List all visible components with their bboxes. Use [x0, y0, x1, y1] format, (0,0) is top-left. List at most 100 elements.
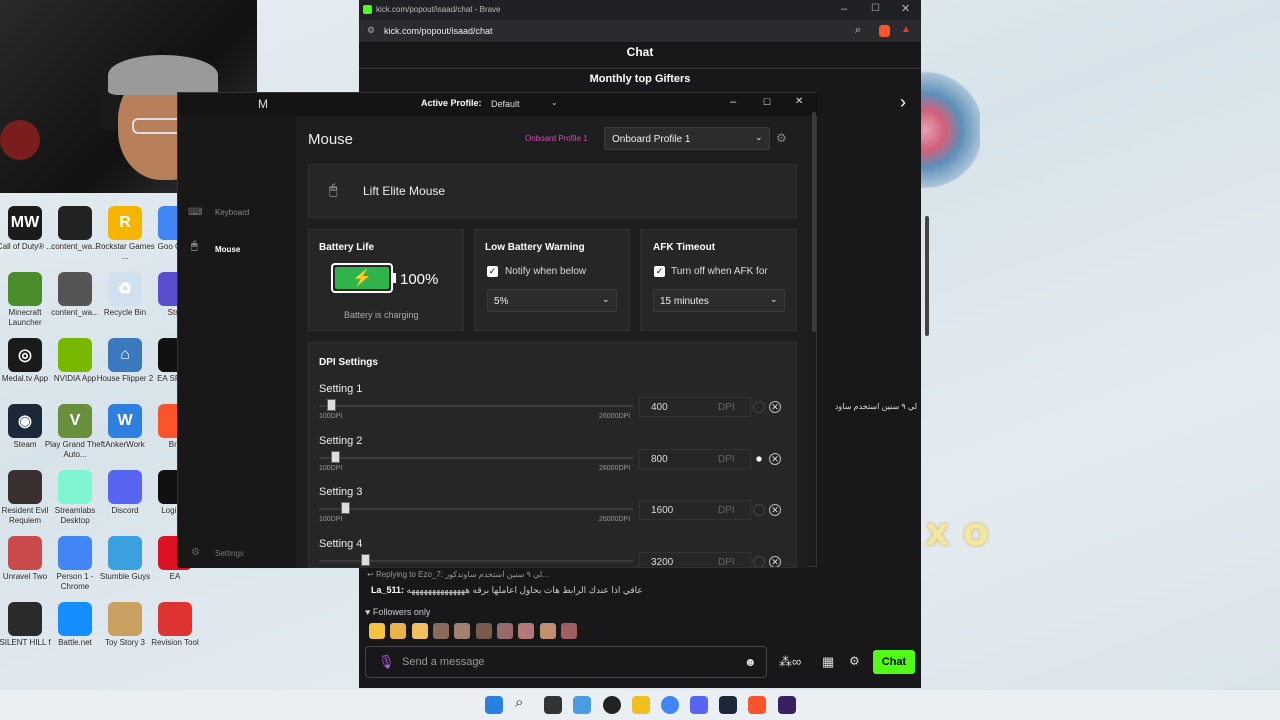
afk-select[interactable]: 15 minutes ⌄	[653, 289, 785, 312]
onboard-profile-select[interactable]: Onboard Profile 1 ⌄	[604, 127, 770, 150]
settings-icon[interactable]: ⚙	[191, 547, 200, 558]
chevron-down-icon[interactable]: ⌄	[551, 98, 558, 107]
keyboard-icon[interactable]: ⌨	[188, 207, 202, 218]
sidebar-item-settings[interactable]: Settings	[215, 549, 244, 558]
app-icon[interactable]	[778, 696, 796, 714]
chevron-right-icon[interactable]: ›	[900, 92, 906, 113]
top-gifters-title: Monthly top Gifters	[589, 73, 691, 85]
notify-checkbox[interactable]: ✓	[487, 266, 498, 277]
chat-username[interactable]: La_511:	[371, 585, 404, 595]
desktop-app-icon	[108, 536, 142, 570]
reply-text: Replying to Ezo_7: لي ٩ سنين استخدم ساون…	[375, 570, 549, 579]
discord-icon[interactable]	[690, 696, 708, 714]
chrome-icon[interactable]	[661, 696, 679, 714]
dpi-default-radio[interactable]	[756, 455, 762, 462]
site-settings-icon[interactable]: ⚙	[367, 25, 375, 36]
gear-icon[interactable]: ⚙	[849, 654, 860, 668]
low-battery-select[interactable]: 5% ⌄	[487, 289, 617, 312]
emote[interactable]	[475, 623, 492, 639]
emote[interactable]	[369, 623, 385, 639]
dpi-title: DPI Settings	[319, 357, 378, 368]
dpi-value[interactable]: 3200	[651, 557, 673, 568]
dpi-slider[interactable]	[319, 405, 633, 407]
desktop-app-icon	[58, 602, 92, 636]
desktop-app-icon	[58, 272, 92, 306]
dpi-slider[interactable]	[319, 508, 633, 510]
desktop-app-icon	[8, 470, 42, 504]
ghub-scrollbar[interactable]	[812, 112, 816, 332]
brave-icon[interactable]	[748, 696, 766, 714]
dpi-remove-icon[interactable]: ✕	[769, 504, 781, 516]
dpi-default-radio[interactable]	[753, 401, 765, 413]
emote[interactable]	[518, 623, 535, 639]
dpi-slider-thumb[interactable]	[331, 450, 341, 463]
afk-checkbox[interactable]: ✓	[654, 266, 665, 277]
wallpaper-xo-decoration: x o	[925, 510, 989, 554]
dpi-default-radio[interactable]	[753, 504, 765, 516]
obs-icon[interactable]	[603, 696, 621, 714]
dpi-value-field[interactable]: 400 DPI	[639, 397, 751, 417]
emote[interactable]	[561, 623, 578, 639]
dpi-default-radio[interactable]	[753, 555, 765, 567]
dpi-setting-label: Setting 3	[319, 486, 363, 498]
dpi-remove-icon[interactable]: ✕	[769, 401, 781, 413]
emote[interactable]	[497, 623, 514, 639]
steam-icon[interactable]	[719, 696, 737, 714]
dpi-slider-thumb[interactable]	[341, 502, 351, 514]
dpi-value[interactable]: 400	[651, 402, 668, 413]
emote[interactable]	[390, 623, 407, 639]
dpi-value-field[interactable]: 3200 DPI	[639, 551, 751, 568]
chat-send-button[interactable]: Chat	[873, 650, 915, 674]
sidebar-item-mouse[interactable]: Mouse	[215, 245, 240, 254]
store-icon[interactable]: ▦	[822, 654, 834, 670]
dpi-slider-thumb[interactable]	[360, 553, 370, 566]
emote[interactable]	[411, 623, 428, 639]
active-profile-value[interactable]: Default	[491, 99, 520, 109]
chevron-down-icon: ⌄	[602, 294, 610, 304]
dpi-remove-icon[interactable]: ✕	[769, 452, 781, 465]
dpi-value-field[interactable]: 1600 DPI	[639, 500, 751, 520]
dpi-value[interactable]: 800	[651, 454, 668, 465]
maximize-icon[interactable]: ☐	[871, 3, 880, 14]
mouse-icon[interactable]: 🖱	[191, 240, 198, 253]
dpi-setting-label: Setting 4	[319, 537, 363, 550]
brave-shields-icon[interactable]	[879, 25, 890, 37]
widgets-icon[interactable]	[573, 696, 591, 714]
dpi-value-field[interactable]: 800 DPI	[639, 448, 751, 469]
file-explorer-icon[interactable]	[632, 696, 650, 714]
microphone-icon[interactable]: 🎙	[378, 654, 395, 670]
address-bar[interactable]: ⚙ kick.com/popout/isaad/chat ⌕ ▲	[359, 20, 921, 42]
dpi-remove-icon[interactable]: ✕	[769, 555, 781, 567]
emote[interactable]	[454, 623, 471, 639]
emote[interactable]	[433, 623, 450, 639]
users-icon[interactable]: ⁂∞	[779, 654, 801, 670]
gear-icon[interactable]: ⚙	[776, 131, 787, 145]
dpi-slider-thumb[interactable]	[326, 399, 336, 411]
dpi-value[interactable]: 1600	[651, 505, 673, 516]
maximize-icon[interactable]: ☐	[763, 97, 771, 108]
start-icon[interactable]	[485, 696, 503, 714]
taskbar: ⌕	[0, 690, 1280, 720]
emote[interactable]	[539, 623, 556, 639]
brave-rewards-icon[interactable]: ▲	[901, 24, 911, 35]
desktop-icon[interactable]: Revision Tool	[144, 600, 206, 666]
emoji-icon[interactable]: ☻	[744, 655, 757, 669]
desktop-app-icon: ⌂	[108, 338, 142, 372]
dpi-slider[interactable]	[319, 456, 633, 459]
chat-message-partial: لي ٩ سنين استخدم ساود	[834, 402, 917, 411]
close-icon[interactable]: ✕	[795, 96, 803, 107]
chat-message-text: عافي اذا عندك الرابط هات بحاول اعاملها ب…	[406, 585, 643, 595]
sidebar-item-keyboard[interactable]: Keyboard	[215, 208, 249, 217]
minimize-icon[interactable]: –	[841, 3, 847, 15]
task-view-icon[interactable]	[544, 696, 562, 714]
url-text[interactable]: kick.com/popout/isaad/chat	[384, 26, 493, 36]
chat-input[interactable]: 🎙 Send a message ☻	[365, 646, 767, 678]
desktop-app-icon: R	[108, 206, 142, 240]
close-icon[interactable]: ✕	[901, 2, 910, 15]
desktop-app-icon: W	[108, 404, 142, 438]
device-card: 🖱 Lift Elite Mouse	[308, 164, 797, 218]
minimize-icon[interactable]: –	[730, 96, 736, 108]
zoom-icon[interactable]: ⌕	[855, 24, 861, 37]
desktop-app-icon: V	[58, 404, 92, 438]
search-icon[interactable]: ⌕	[515, 694, 523, 711]
